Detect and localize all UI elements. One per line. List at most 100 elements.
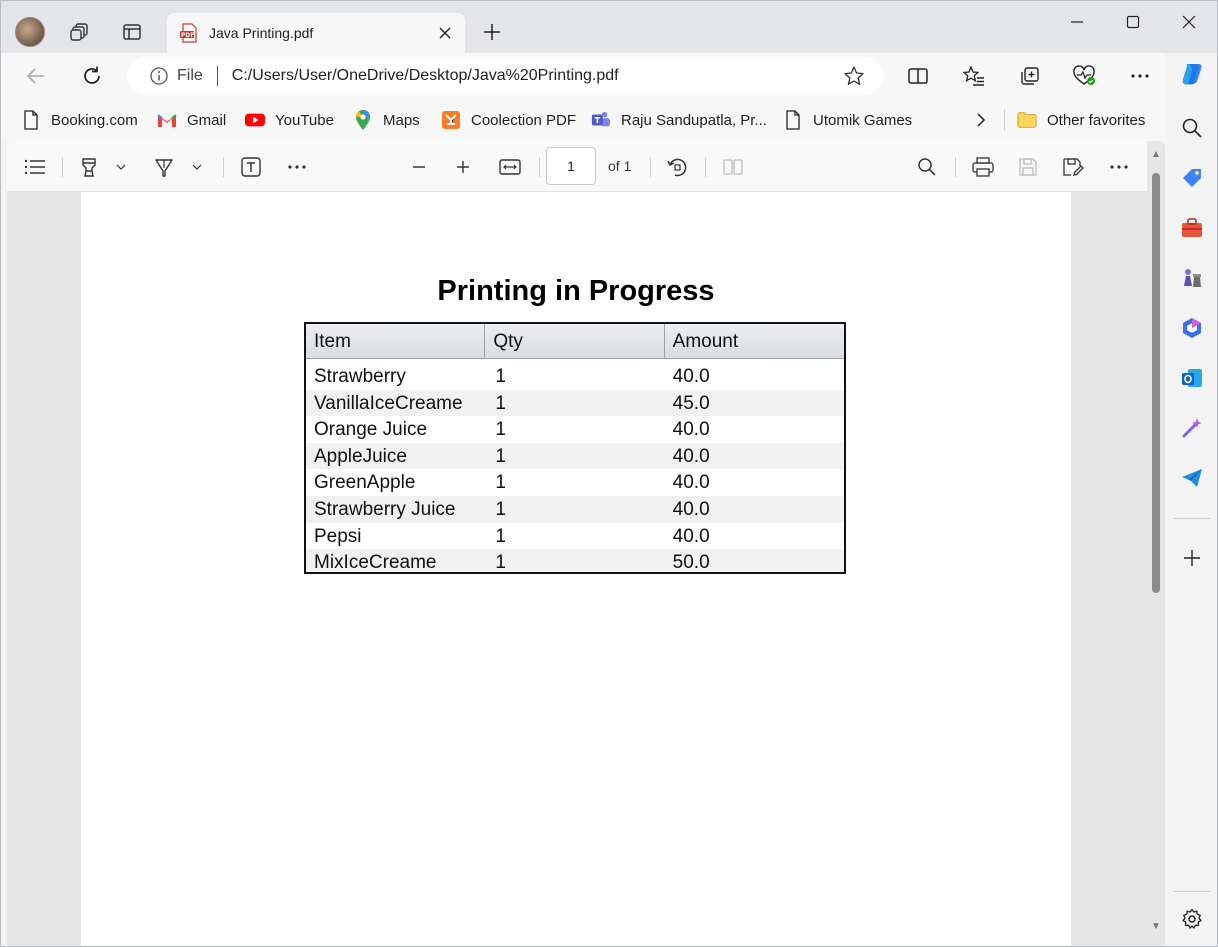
pdf-toolbar: 1 of 1 xyxy=(7,141,1147,192)
microsoft-365-icon[interactable] xyxy=(1179,315,1205,341)
address-row: File C:/Users/User/OneDrive/Desktop/Java… xyxy=(1,53,1165,99)
maximize-icon[interactable] xyxy=(1111,9,1155,35)
print-icon[interactable] xyxy=(969,153,997,181)
cell-amount: 40.0 xyxy=(672,525,710,547)
favorite-teams[interactable]: Raju Sandupatla, Pr... xyxy=(591,107,767,133)
favorites-overflow-chevron-icon[interactable] xyxy=(975,107,987,133)
favorites-list-icon[interactable] xyxy=(959,61,989,91)
vertical-scrollbar[interactable]: ▲ ▼ xyxy=(1149,149,1161,939)
cell-amount: 50.0 xyxy=(672,552,710,574)
table-row: AppleJuice 1 40.0 xyxy=(306,442,844,470)
telegram-send-icon[interactable] xyxy=(1179,465,1205,491)
save-as-icon[interactable] xyxy=(1059,153,1087,181)
scroll-up-arrow-icon[interactable]: ▲ xyxy=(1150,149,1162,161)
gmail-icon xyxy=(157,110,177,130)
highlight-marker-icon[interactable] xyxy=(75,153,103,181)
page-count-label: of 1 xyxy=(608,158,632,174)
table-row: Strawberry Juice 1 40.0 xyxy=(306,495,844,523)
favorite-label: YouTube xyxy=(275,111,334,129)
shopping-tag-icon[interactable] xyxy=(1179,165,1205,191)
pdf-badge-text: PDF xyxy=(181,32,195,39)
copilot-icon[interactable] xyxy=(1179,61,1205,87)
rotate-icon[interactable] xyxy=(663,153,691,181)
more-options-icon[interactable] xyxy=(1125,61,1155,91)
toolbar-separator xyxy=(539,157,540,177)
highlight-dropdown-chevron-icon[interactable] xyxy=(111,153,131,181)
workspaces-icon[interactable] xyxy=(67,19,93,45)
address-bar[interactable]: File C:/Users/User/OneDrive/Desktop/Java… xyxy=(127,57,883,95)
toolbar-separator xyxy=(955,157,956,177)
pdf-more-options-icon[interactable] xyxy=(1105,153,1133,181)
refresh-icon[interactable] xyxy=(77,61,107,91)
tab-java-printing[interactable]: PDF Java Printing.pdf xyxy=(167,13,465,53)
url-text[interactable]: C:/Users/User/OneDrive/Desktop/Java%20Pr… xyxy=(232,67,839,85)
designer-wand-icon[interactable] xyxy=(1179,415,1205,441)
minimize-icon[interactable] xyxy=(1055,9,1099,35)
scroll-down-arrow-icon[interactable]: ▼ xyxy=(1150,921,1162,933)
outlook-icon[interactable] xyxy=(1179,365,1205,391)
favorite-label: Utomik Games xyxy=(813,111,913,129)
add-sidebar-app-icon[interactable] xyxy=(1179,545,1205,571)
cell-item: Strawberry Juice xyxy=(314,498,456,520)
cell-amount: 40.0 xyxy=(672,419,710,441)
zoom-out-icon[interactable] xyxy=(405,153,433,181)
browser-window: PDF Java Printing.pdf File C:/Users/User… xyxy=(0,0,1218,947)
favorite-utomik[interactable]: Utomik Games xyxy=(783,107,912,133)
table-row: Orange Juice 1 40.0 xyxy=(306,416,844,443)
favorite-youtube[interactable]: YouTube xyxy=(245,107,334,133)
draw-dropdown-chevron-icon[interactable] xyxy=(187,153,207,181)
table-body: Strawberry 1 40.0 VanillaIceCreame 1 45.0 Or… xyxy=(306,359,844,574)
cell-amount: 40.0 xyxy=(672,445,710,467)
items-table: Item Qty Amount Strawberry 1 40.0 VanillaI… xyxy=(304,322,846,574)
teams-icon xyxy=(591,110,611,130)
back-arrow-icon[interactable] xyxy=(21,61,51,91)
favorite-star-icon[interactable] xyxy=(839,61,869,91)
column-header-qty: Qty xyxy=(485,324,665,359)
vertical-tabs-icon[interactable] xyxy=(119,19,145,45)
fit-to-width-icon[interactable] xyxy=(496,153,524,181)
favorite-maps[interactable]: Maps xyxy=(353,107,420,133)
split-screen-icon[interactable] xyxy=(903,61,933,91)
page-view-icon[interactable] xyxy=(719,153,747,181)
folder-icon xyxy=(1017,110,1037,130)
table-row: GreenApple 1 40.0 xyxy=(306,469,844,496)
edge-sidebar xyxy=(1165,53,1217,946)
pdf-page: Printing in Progress Item Qty Amount Str… xyxy=(81,192,1071,946)
tools-briefcase-icon[interactable] xyxy=(1179,215,1205,241)
toolbar-separator xyxy=(650,157,651,177)
toolbar-separator xyxy=(62,157,63,177)
new-tab-icon[interactable] xyxy=(479,19,505,45)
cell-qty: 1 xyxy=(495,552,506,574)
zoom-in-icon[interactable] xyxy=(449,153,477,181)
close-window-icon[interactable] xyxy=(1167,9,1211,35)
favorite-booking[interactable]: Booking.com xyxy=(21,107,138,133)
cell-qty: 1 xyxy=(495,366,506,387)
column-header-item: Item xyxy=(306,324,486,359)
toolbar-separator xyxy=(223,157,224,177)
favorite-label: Raju Sandupatla, Pr... xyxy=(621,111,767,129)
browser-essentials-icon[interactable] xyxy=(1069,61,1099,91)
favorite-coolection-pdf[interactable]: Coolection PDF xyxy=(441,107,576,133)
draw-pen-icon[interactable] xyxy=(150,153,178,181)
scrollbar-thumb[interactable] xyxy=(1152,173,1160,593)
search-icon[interactable] xyxy=(1179,115,1205,141)
collections-icon[interactable] xyxy=(1015,61,1045,91)
page-number-input[interactable]: 1 xyxy=(546,147,596,185)
save-disk-icon[interactable] xyxy=(1014,153,1042,181)
favorite-label: Gmail xyxy=(187,111,227,129)
games-chess-icon[interactable] xyxy=(1179,265,1205,291)
profile-avatar[interactable] xyxy=(15,17,45,47)
page-icon xyxy=(21,110,41,130)
info-icon[interactable] xyxy=(149,66,169,86)
more-tools-icon[interactable] xyxy=(283,153,311,181)
table-of-contents-icon[interactable] xyxy=(21,153,49,181)
add-text-icon[interactable] xyxy=(237,153,265,181)
settings-gear-icon[interactable] xyxy=(1179,906,1205,932)
favorite-gmail[interactable]: Gmail xyxy=(157,107,226,133)
cell-amount: 40.0 xyxy=(672,498,710,520)
tab-close-icon[interactable] xyxy=(431,19,459,47)
xampp-icon xyxy=(441,110,461,130)
tab-strip: PDF Java Printing.pdf xyxy=(1,1,1217,53)
find-search-icon[interactable] xyxy=(913,153,941,181)
other-favorites-folder[interactable]: Other favorites xyxy=(1017,107,1145,133)
